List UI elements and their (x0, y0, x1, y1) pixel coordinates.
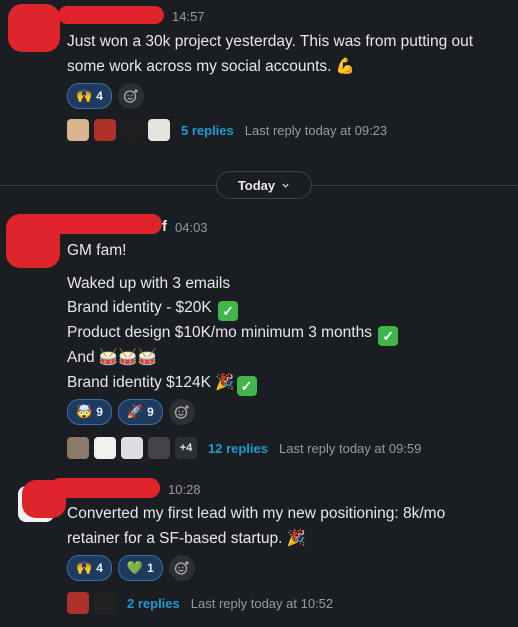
message-line: And 🥁🥁🥁 (67, 349, 157, 366)
add-reaction-button[interactable] (117, 83, 144, 109)
message-text: GM fam! Waked up with 3 emails Brand ide… (67, 239, 498, 396)
message-timestamp[interactable]: 14:57 (172, 9, 205, 24)
message-timestamp[interactable]: 04:03 (175, 220, 208, 235)
redaction-username (40, 214, 162, 234)
last-reply-text: Last reply today at 10:52 (190, 595, 334, 611)
message-line: Brand identity $124K 🎉 ✓ (67, 371, 498, 396)
reactions-bar: 🤯 9 🚀 9 (67, 399, 195, 425)
add-reaction-button[interactable] (168, 399, 195, 425)
avatar (67, 437, 89, 459)
message-line: Brand identity - $20K ✓ (67, 296, 498, 321)
reaction-pill[interactable]: 🙌 4 (67, 555, 112, 581)
thread-summary[interactable]: 2 replies Last reply today at 10:52 (67, 592, 333, 614)
reaction-count: 1 (147, 561, 154, 575)
day-label: Today (237, 177, 276, 193)
check-mark-emoji: ✓ (236, 375, 257, 396)
raised-hands-emoji: 🙌 (76, 88, 93, 103)
more-participants-badge: +4 (175, 437, 197, 459)
raised-hands-emoji: 🙌 (76, 560, 93, 575)
reaction-count: 4 (96, 561, 103, 575)
message-line: Product design $10K/mo minimum 3 months … (67, 321, 498, 346)
message-text: Just won a 30k project yesterday. This w… (67, 30, 498, 79)
redaction-username (50, 478, 160, 498)
message-line: Just won a 30k project yesterday. This w… (67, 33, 474, 50)
reaction-pill[interactable]: 🚀 9 (117, 399, 163, 425)
avatar (148, 119, 170, 141)
sender-name-fragment: f (162, 218, 167, 235)
replies-link[interactable]: 5 replies (181, 123, 234, 138)
reaction-count: 9 (96, 405, 103, 419)
message-line: some work across my social accounts. 💪 (67, 57, 356, 75)
flexed-biceps-emoji: 💪 (335, 57, 356, 75)
message-timestamp[interactable]: 10:28 (168, 482, 201, 497)
reaction-pill[interactable]: 💚 1 (117, 555, 163, 581)
message-line: Waked up with 3 emails (67, 274, 231, 292)
chevron-down-icon (282, 183, 289, 188)
green-heart-emoji: 💚 (126, 560, 144, 575)
party-popper-emoji: 🎉 (215, 373, 235, 391)
avatar (121, 119, 143, 141)
avatar (94, 119, 116, 141)
avatar (148, 437, 170, 459)
rocket-emoji: 🚀 (126, 404, 144, 419)
reaction-count: 9 (147, 405, 154, 419)
add-reaction-icon (174, 405, 189, 419)
party-popper-emoji: 🎉 (286, 529, 307, 547)
check-mark-emoji: ✓ (218, 301, 239, 321)
last-reply-text: Last reply today at 09:59 (279, 440, 422, 456)
drum-emoji: 🥁🥁🥁 (98, 349, 157, 366)
redaction-avatar (8, 4, 60, 52)
reaction-pill[interactable]: 🤯 9 (67, 399, 112, 425)
message-line: retainer for a SF-based startup. 🎉 (67, 529, 307, 547)
add-reaction-icon (174, 561, 189, 575)
thread-summary[interactable]: 5 replies Last reply today at 09:23 (67, 119, 387, 141)
message-line: GM fam! (67, 242, 127, 259)
replies-link[interactable]: 12 replies (208, 441, 268, 456)
check-mark-emoji: ✓ (378, 326, 399, 346)
reactions-bar: 🙌 4 💚 1 (67, 555, 195, 581)
avatar (94, 437, 116, 459)
avatar (94, 592, 116, 614)
day-divider-button[interactable]: Today (216, 171, 312, 199)
exploding-head-emoji: 🤯 (76, 404, 93, 419)
add-reaction-button[interactable] (168, 555, 195, 581)
message-line: Converted my first lead with my new posi… (67, 505, 446, 522)
add-reaction-icon (123, 89, 138, 103)
message-text: Converted my first lead with my new posi… (67, 502, 498, 551)
avatar (121, 437, 143, 459)
avatar (67, 592, 89, 614)
redaction-username (58, 6, 164, 24)
last-reply-text: Last reply today at 09:23 (244, 122, 388, 138)
reaction-pill[interactable]: 🙌 4 (67, 83, 112, 109)
message-line (67, 264, 498, 272)
reaction-count: 4 (96, 89, 103, 103)
avatar (67, 119, 89, 141)
reactions-bar: 🙌 4 (67, 83, 144, 109)
thread-summary[interactable]: +4 12 replies Last reply today at 09:59 (67, 437, 421, 459)
replies-link[interactable]: 2 replies (127, 596, 180, 611)
